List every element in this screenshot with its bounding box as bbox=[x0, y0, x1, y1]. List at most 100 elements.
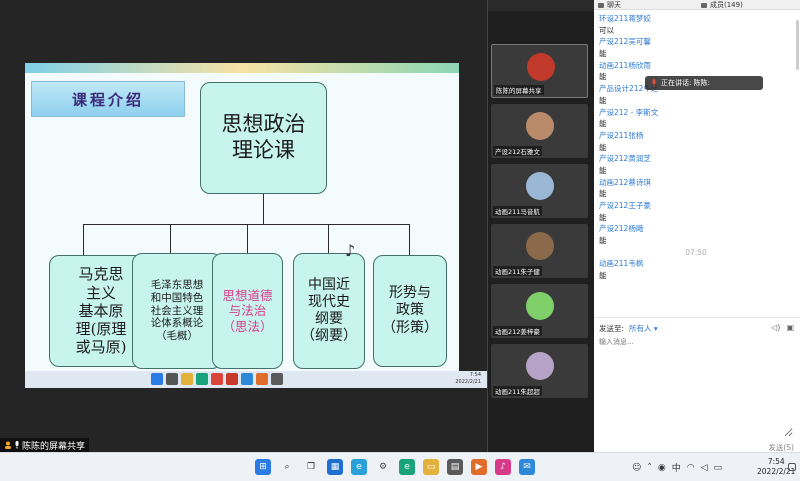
taskbar-icons: ⊞ ⌕ ❐ ▦ e ⚙ e ▭ ▤ ▶ ♪ ✉ bbox=[255, 459, 535, 475]
chat-message-text: 能 bbox=[599, 165, 607, 175]
chat-sender-name[interactable]: 动画212蔡诗琪 bbox=[599, 177, 793, 189]
tray-language[interactable]: 中 bbox=[672, 461, 681, 474]
avatar bbox=[526, 112, 554, 140]
avatar bbox=[527, 53, 555, 81]
chat-sender-name[interactable]: 产设212吴可馨 bbox=[599, 36, 793, 48]
chat-message-text: 能 bbox=[599, 189, 607, 199]
avatar bbox=[526, 172, 554, 200]
chat-message-text: 能 bbox=[599, 271, 607, 281]
wps-icon bbox=[226, 373, 238, 385]
task-view-icon[interactable]: ❐ bbox=[303, 459, 319, 475]
connector-line bbox=[83, 224, 409, 225]
chat-message-text: 能 bbox=[599, 236, 607, 246]
video-tile[interactable]: 动画211马音航 bbox=[491, 164, 588, 218]
chat-scrollbar[interactable] bbox=[796, 20, 799, 70]
widgets-icon[interactable]: ▦ bbox=[327, 459, 343, 475]
app-icon[interactable]: ♪ bbox=[495, 459, 511, 475]
chat-input[interactable] bbox=[599, 337, 793, 437]
chat-message-text: 能 bbox=[599, 212, 607, 222]
chat-message-text: 能 bbox=[599, 142, 607, 152]
chat-panel: 聊天 成员(149) 环设211蒋梦姣 可以 产设212吴可馨能动画211杨欣雨能产… bbox=[594, 0, 800, 452]
wifi-icon[interactable]: ◠ bbox=[687, 463, 695, 473]
video-tile-name: 产设212石雅文 bbox=[493, 146, 542, 156]
notification-icon[interactable] bbox=[788, 463, 796, 471]
chevron-up-icon[interactable]: ˄ bbox=[647, 463, 652, 473]
shared-taskbar-icons bbox=[151, 373, 283, 385]
chat-sender-name[interactable]: 产设212王子豪 bbox=[599, 200, 793, 212]
store-icon[interactable]: ▤ bbox=[447, 459, 463, 475]
video-tile-name: 动画211朱子健 bbox=[493, 266, 542, 276]
chat-app-icon[interactable]: e bbox=[351, 459, 367, 475]
presentation-slide: 课程介绍 思想政治 理论课 马克思 主义 基本原 理(原理 或马原) 毛泽东思想… bbox=[25, 63, 459, 371]
video-tile[interactable]: 动画211朱超超 bbox=[491, 344, 588, 398]
chat-message-text: 能 bbox=[599, 49, 607, 59]
screen: 课程介绍 思想政治 理论课 马克思 主义 基本原 理(原理 或马原) 毛泽东思想… bbox=[0, 0, 800, 481]
app-icon bbox=[256, 373, 268, 385]
connector-line bbox=[263, 194, 264, 224]
chat-sender-name[interactable]: 产设211张杨 bbox=[599, 130, 793, 142]
file-explorer-icon[interactable]: ▭ bbox=[423, 459, 439, 475]
windows-icon bbox=[151, 373, 163, 385]
shared-date: 2022/2/21 bbox=[455, 379, 481, 385]
tray-app-icon[interactable]: ◉ bbox=[658, 463, 666, 473]
video-tile[interactable]: 动画211朱子健 bbox=[491, 224, 588, 278]
avatar bbox=[526, 352, 554, 380]
video-tile[interactable]: 动画212姜梓豪 bbox=[491, 284, 588, 338]
send-target-value: 所有人 bbox=[629, 324, 652, 333]
connector-line bbox=[247, 224, 248, 253]
connector-line bbox=[409, 224, 410, 255]
shared-screen-view[interactable]: 课程介绍 思想政治 理论课 马克思 主义 基本原 理(原理 或马原) 毛泽东思想… bbox=[0, 0, 487, 452]
video-tile[interactable]: 产设212石雅文 bbox=[491, 104, 588, 158]
settings-icon[interactable]: ⚙ bbox=[375, 459, 391, 475]
chat-sender-name[interactable]: 产设212 - 李斯文 bbox=[599, 107, 793, 119]
chat-sender-name[interactable]: 动画211杨欣雨 bbox=[599, 60, 793, 72]
shared-time: 7:54 bbox=[469, 372, 481, 378]
edge-icon bbox=[196, 373, 208, 385]
course-node-policy: 形势与 政策 （形策） bbox=[373, 255, 447, 367]
media-icon[interactable]: ▶ bbox=[471, 459, 487, 475]
tab-members[interactable]: 成员(149) bbox=[697, 0, 800, 10]
connector-line bbox=[83, 224, 84, 255]
shared-clock: 7:54 2022/2/21 bbox=[455, 372, 481, 386]
video-tile-name: 动画211朱超超 bbox=[493, 386, 542, 396]
slide-title: 课程介绍 bbox=[71, 90, 144, 109]
video-tile[interactable]: 陈陈的屏幕共享 bbox=[491, 44, 588, 98]
course-node-maogai: 毛泽东思想 和中国特色 社会主义理 论体系概论 （毛概） bbox=[132, 253, 222, 369]
battery-icon[interactable]: ▭ bbox=[714, 463, 723, 473]
send-target-dropdown[interactable]: 所有人 ▾ bbox=[629, 323, 658, 334]
chat-sender-name[interactable]: 动画211韦枫 bbox=[599, 258, 793, 270]
people-icon[interactable]: ☺ bbox=[632, 463, 641, 473]
connector-line bbox=[170, 224, 171, 253]
screen-share-label: 陈陈的屏幕共享 bbox=[0, 438, 90, 452]
app-icon bbox=[271, 373, 283, 385]
slide-decor-strip bbox=[25, 63, 459, 73]
chat-message-text: 可以 bbox=[599, 25, 614, 35]
screenshot-icon[interactable]: ▣ bbox=[786, 323, 794, 332]
edge-icon[interactable]: e bbox=[399, 459, 415, 475]
tab-members-label: 成员(149) bbox=[710, 1, 743, 9]
system-tray: ☺ ˄ ◉ 中 ◠ ◁ ▭ bbox=[632, 461, 723, 475]
chat-sender-name[interactable]: 产设212杨飏 bbox=[599, 223, 793, 235]
volume-icon[interactable]: ◁ bbox=[701, 463, 708, 473]
video-tile-name: 动画212姜梓豪 bbox=[493, 326, 542, 336]
microphone-icon bbox=[15, 441, 19, 449]
speaking-text: 正在讲话: 陈陈: bbox=[661, 79, 710, 87]
chat-message-list[interactable]: 环设211蒋梦姣 可以 产设212吴可馨能动画211杨欣雨能产品设计212牛廷能产设… bbox=[599, 13, 793, 282]
tab-chat-label: 聊天 bbox=[607, 1, 621, 9]
chat-sender-name[interactable]: 产设212黄润芝 bbox=[599, 153, 793, 165]
shared-taskbar: 7:54 2022/2/21 bbox=[25, 371, 487, 388]
tencent-meeting-icon[interactable]: ✉ bbox=[519, 459, 535, 475]
app-icon bbox=[241, 373, 253, 385]
windows-start-icon[interactable]: ⊞ bbox=[255, 459, 271, 475]
speaking-indicator: 正在讲话: 陈陈: bbox=[645, 76, 763, 90]
search-icon[interactable]: ⌕ bbox=[279, 459, 295, 475]
avatar bbox=[526, 232, 554, 260]
chat-tools: ◁) ▣ bbox=[771, 323, 794, 332]
speaker-icon[interactable]: ◁) bbox=[771, 323, 780, 332]
chat-sender-name[interactable]: 环设211蒋梦姣 bbox=[599, 13, 793, 25]
file-explorer-icon bbox=[181, 373, 193, 385]
music-note-icon: ♪ bbox=[345, 241, 356, 260]
chat-message-text: 能 bbox=[599, 119, 607, 129]
tab-chat[interactable]: 聊天 bbox=[594, 0, 697, 10]
windows-taskbar: ⊞ ⌕ ❐ ▦ e ⚙ e ▭ ▤ ▶ ♪ ✉ ☺ ˄ ◉ 中 ◠ ◁ ▭ 7:… bbox=[0, 452, 800, 481]
